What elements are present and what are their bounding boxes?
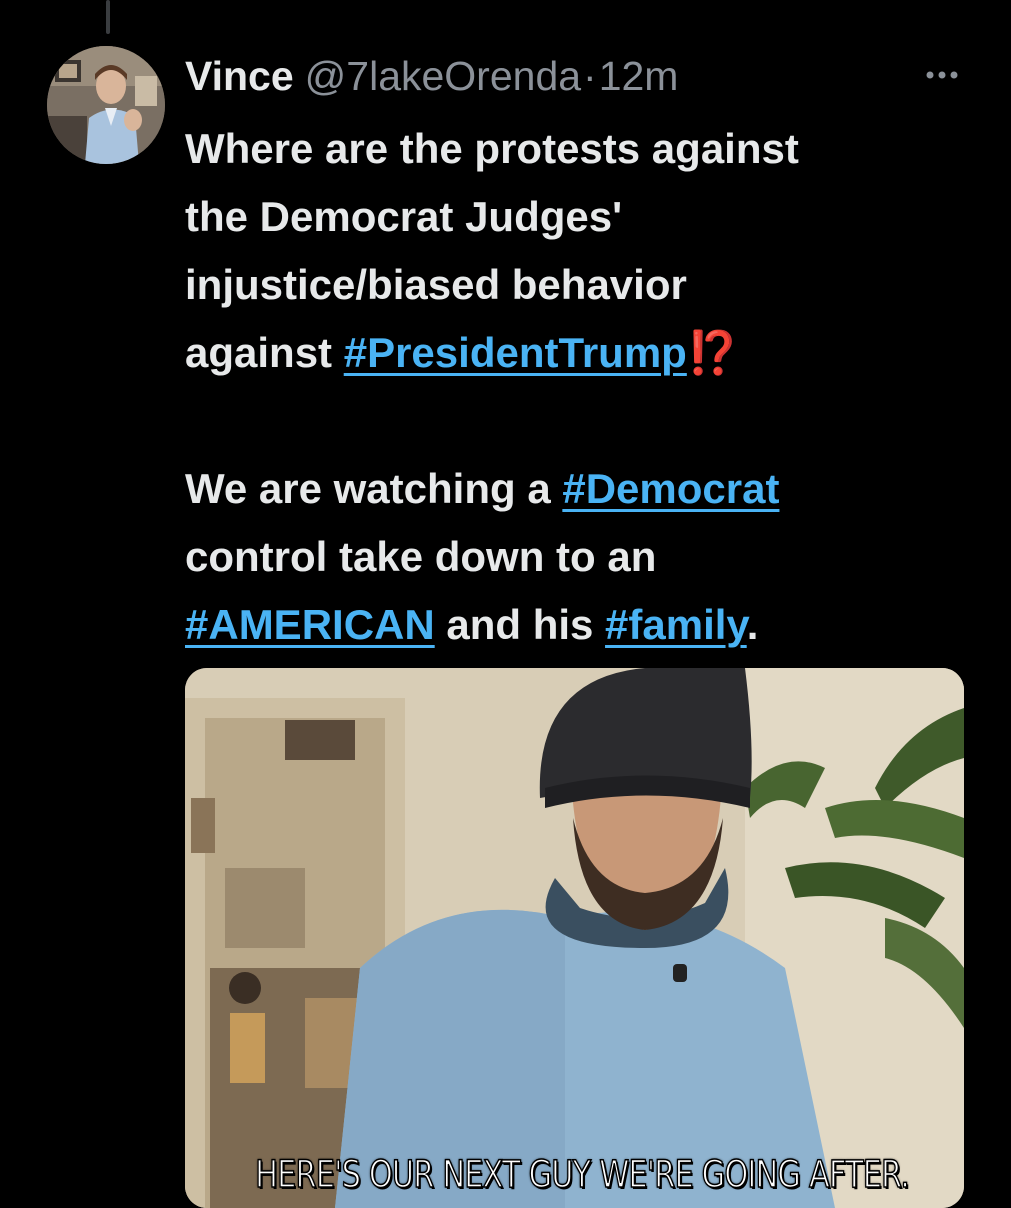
tweet-text-line: injustice/biased behavior (185, 261, 687, 308)
video-caption: HERE'S OUR NEXT GUY WE'RE GOING AFTER. (254, 1152, 910, 1197)
avatar[interactable] (47, 46, 165, 164)
tweet-body: Where are the protests against the Democ… (185, 115, 975, 659)
tweet-text-line: We are watching a #Democrat (185, 455, 975, 523)
tweet-text-fragment: . (746, 601, 759, 648)
tweet-timestamp[interactable]: 12m (599, 55, 679, 97)
tweet-header: Vince @7lakeOrenda · 12m (185, 46, 678, 106)
tweet-text-fragment: and his (434, 601, 606, 648)
avatar-image (47, 46, 165, 164)
hashtag-president-trump-link[interactable]: #PresidentTrump (344, 329, 687, 376)
tweet-text-fragment: We are watching a (185, 465, 563, 512)
author-display-name[interactable]: Vince (185, 55, 294, 97)
tweet-text-line: control take down to an (185, 533, 657, 580)
tweet-text-fragment: against (185, 329, 344, 376)
tweet-text-line: the Democrat Judges' (185, 193, 623, 240)
interrobang-emoji: ⁉️ (686, 329, 740, 376)
thread-connector-line (106, 0, 110, 34)
hashtag-family-link[interactable]: #family (605, 601, 747, 648)
header-separator: · (583, 52, 597, 99)
more-options-button[interactable] (918, 55, 966, 95)
tweet-text-line: against #PresidentTrump⁉️ (185, 319, 975, 387)
tweet-text-line: Where are the protests against (185, 125, 799, 172)
tweet-media-video[interactable]: HERE'S OUR NEXT GUY WE'RE GOING AFTER. (185, 668, 964, 1208)
tweet-text-line: #AMERICAN and his #family. (185, 591, 975, 659)
more-horizontal-icon (926, 71, 958, 79)
hashtag-democrat-link[interactable]: #Democrat (562, 465, 779, 512)
hashtag-american-link[interactable]: #AMERICAN (185, 601, 435, 648)
author-handle[interactable]: @7lakeOrenda (305, 55, 581, 97)
video-frame-image (185, 668, 964, 1208)
